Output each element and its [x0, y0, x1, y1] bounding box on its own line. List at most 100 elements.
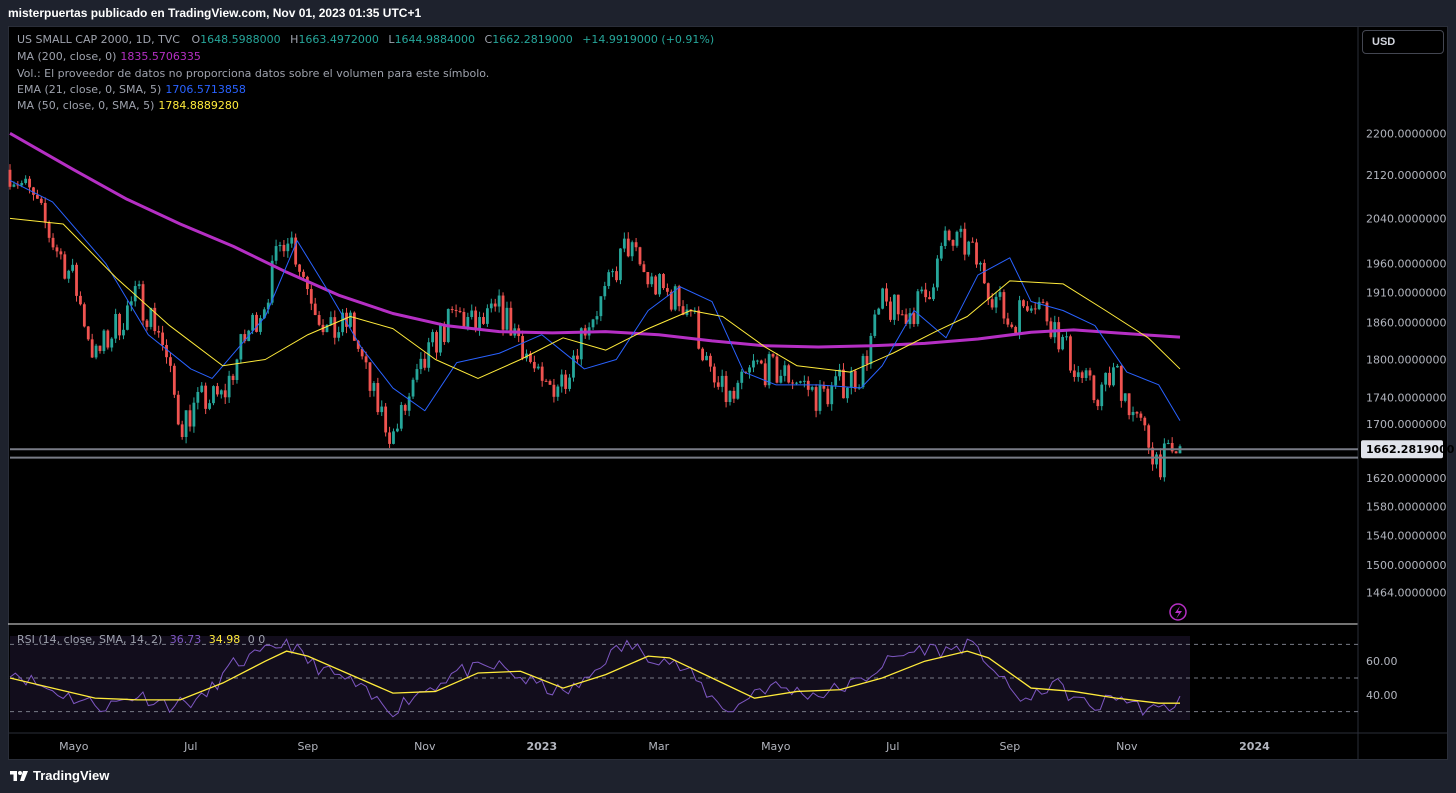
candle-body [877, 308, 881, 315]
candle-body [939, 245, 943, 259]
price-tick-label: 1700.0000000 [1366, 418, 1446, 431]
candle-body [634, 242, 638, 248]
candle-body [94, 345, 98, 358]
candle-body [376, 383, 380, 413]
candle-body [192, 402, 196, 427]
candle-body [763, 363, 767, 386]
candle-body [489, 303, 493, 309]
candle-body [814, 387, 818, 411]
candle-body [928, 297, 931, 300]
candle-body [677, 286, 681, 307]
candle-body [392, 431, 395, 444]
candle-body [364, 356, 368, 363]
candle-body [43, 202, 47, 223]
legend-ma50: MA (50, close, 0, SMA, 5) 1784.8889280 [17, 99, 239, 112]
legend-ohlc: US SMALL CAP 2000, 1D, TVC O1648.5988000… [17, 33, 715, 46]
candle-body [431, 332, 435, 343]
candle-body [752, 360, 755, 368]
candle-body [611, 271, 615, 273]
candle-body [1135, 411, 1139, 414]
candle-body [998, 292, 1002, 297]
candle-body [712, 366, 716, 383]
candle-body [215, 386, 219, 395]
candle-body [1014, 326, 1018, 334]
legend-rsi-value: 36.73 [169, 633, 202, 646]
candle-body [200, 385, 204, 392]
candle-body [994, 296, 998, 308]
candle-body [47, 222, 51, 238]
candle-body [1037, 301, 1041, 310]
time-tick-label: Nov [1116, 740, 1138, 753]
candle-body [532, 361, 536, 369]
candle-body [830, 385, 834, 405]
candle-body [755, 360, 759, 362]
candle-body [979, 262, 982, 265]
candle-body [971, 241, 975, 243]
currency-button[interactable]: USD [1362, 30, 1444, 54]
candle-body [1065, 336, 1068, 338]
legend-high: 1663.4972000 [298, 33, 379, 46]
legend-ma50-value: 1784.8889280 [158, 99, 239, 112]
candle-body [599, 296, 603, 317]
candle-body [395, 428, 399, 432]
candle-body [286, 243, 290, 252]
candle-body [900, 314, 904, 316]
candle-body [309, 289, 313, 304]
candle-body [1002, 292, 1006, 319]
candle-body [274, 246, 278, 261]
candle-body [521, 336, 525, 359]
candle-body [775, 356, 779, 383]
time-tick-label: Jul [885, 740, 899, 753]
footer-brand[interactable]: TradingView [10, 768, 109, 783]
price-tick-label: 1580.0000000 [1366, 500, 1446, 513]
lightning-icon-glyph [1175, 606, 1182, 619]
candle-body [188, 410, 192, 427]
candle-body [932, 287, 935, 300]
candle-body [967, 241, 971, 255]
candle-body [552, 384, 556, 397]
candle-body [740, 371, 744, 383]
price-tick-label: 1500.0000000 [1366, 559, 1446, 572]
candle-body [787, 365, 791, 383]
candle-body [114, 314, 118, 339]
candle-body [1072, 370, 1076, 377]
candle-body [184, 410, 188, 437]
candle-body [615, 271, 618, 281]
rsi-tick-label: 40.00 [1366, 689, 1398, 702]
candle-body [826, 388, 830, 405]
candle-body [536, 366, 540, 369]
candle-body [415, 369, 419, 380]
candle-body [982, 262, 986, 284]
tradingview-logo-icon [10, 770, 28, 781]
candle-body [642, 264, 646, 273]
candle-body [646, 272, 650, 285]
candle-body [720, 375, 724, 387]
candle-body [1033, 308, 1037, 310]
legend-low: 1644.9884000 [394, 33, 476, 46]
candle-body [943, 230, 947, 246]
legend-volume-note: Vol.: El proveedor de datos no proporcio… [17, 67, 490, 80]
candle-body [384, 406, 388, 433]
candle-body [259, 318, 262, 332]
price-tick-label: 2200.0000000 [1366, 127, 1446, 140]
time-tick-label: Sep [999, 740, 1020, 753]
candle-body [1096, 400, 1100, 407]
candle-body [665, 288, 669, 292]
candle-body [603, 286, 607, 297]
candle-body [439, 323, 442, 353]
legend-change: +14.9919000 (+0.91%) [582, 33, 715, 46]
candle-body [986, 283, 990, 300]
candle-body [1119, 365, 1123, 401]
candle-body [388, 432, 391, 444]
candle-body [20, 183, 24, 186]
candle-body [86, 326, 90, 340]
candle-body [24, 178, 28, 184]
time-tick-label: Mar [648, 740, 669, 753]
candle-body [149, 307, 153, 327]
candle-body [842, 369, 845, 399]
chart-canvas[interactable]: 2200.0000000 2120.0000000 2040.0000000 1960… [0, 0, 1456, 793]
candle-body [75, 264, 78, 296]
candle-body [403, 405, 407, 411]
candle-body [497, 295, 501, 307]
candle-body [732, 390, 736, 399]
